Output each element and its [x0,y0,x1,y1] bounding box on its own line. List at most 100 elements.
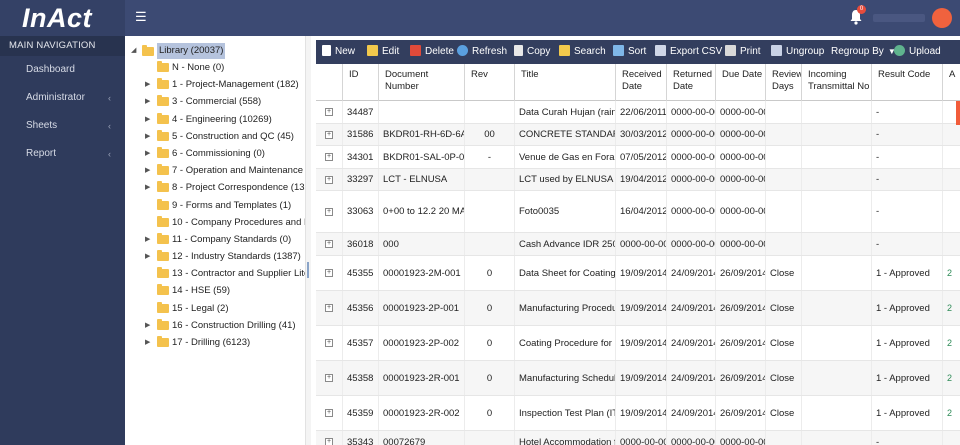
edit-button[interactable]: Edit [367,40,399,64]
regroup-by-button[interactable]: Regroup By ▼ [831,40,896,64]
expand-row-icon[interactable]: + [325,409,333,417]
row-expand-cell[interactable]: + [316,291,343,325]
sidebar-item-administrator[interactable]: Administrator ‹ [0,84,125,112]
tree-node[interactable]: 9 - Forms and Templates (1) [125,197,305,214]
row-expand-cell[interactable]: + [316,169,343,190]
expand-row-icon[interactable]: + [325,153,333,161]
expand-icon[interactable]: ▶ [145,111,153,128]
expand-icon[interactable]: ▶ [145,248,153,265]
expand-icon[interactable]: ▶ [145,93,153,110]
expand-icon[interactable]: ▶ [145,179,153,196]
panel-splitter[interactable] [305,36,311,445]
expand-row-icon[interactable]: + [325,374,333,382]
row-expand-cell[interactable]: + [316,124,343,145]
ungroup-button[interactable]: Ungroup [771,40,824,64]
tree-node[interactable]: ▶ 16 - Construction Drilling (41) [125,317,305,334]
table-row[interactable]: +45356 00001923-2P-001 0 Manufacturing Proc… [316,291,960,326]
expand-icon[interactable]: ▶ [145,334,153,351]
sidebar-item-report[interactable]: Report ‹ [0,140,125,168]
expand-row-icon[interactable]: + [325,108,333,116]
table-row[interactable]: +33063 0+00 to 12.2 20 MAY Foto0035 16/04/2… [316,191,960,233]
column-header[interactable]: Rev [465,64,515,101]
column-header[interactable]: Returned Date [667,64,716,101]
tree-node[interactable]: ▶ 17 - Drilling (6123) [125,334,305,351]
sidebar-item-dashboard[interactable]: Dashboard [0,56,125,84]
expand-row-icon[interactable]: + [325,339,333,347]
column-header[interactable]: Document Number [379,64,465,101]
column-header[interactable]: Review Days [766,64,802,101]
tree-node-library[interactable]: ◢ Library (20037) [125,43,305,59]
row-expand-cell[interactable]: + [316,396,343,430]
tree-node[interactable]: 10 - Company Procedures and F [125,214,305,231]
column-header[interactable]: Incoming Transmittal No [802,64,872,101]
tree-node[interactable]: ▶ 4 - Engineering (10269) [125,111,305,128]
expand-icon[interactable]: ▶ [145,317,153,334]
sort-button[interactable]: Sort [613,40,646,64]
tree-node[interactable]: ▶ 3 - Commercial (558) [125,93,305,110]
tree-node[interactable]: ▶ 11 - Company Standards (0) [125,231,305,248]
user-name[interactable] [873,14,925,22]
tree-node[interactable]: ▶ 6 - Commissioning (0) [125,145,305,162]
column-header[interactable]: ID [343,64,379,101]
delete-button[interactable]: Delete [410,40,454,64]
tree-node[interactable]: 15 - Legal (2) [125,300,305,317]
expand-row-icon[interactable]: + [325,269,333,277]
sidebar-item-sheets[interactable]: Sheets ‹ [0,112,125,140]
expand-row-icon[interactable]: + [325,438,333,445]
table-row[interactable]: +35343 00072679 Hotel Accommodation fo 0000… [316,431,960,445]
row-expand-cell[interactable]: + [316,191,343,232]
column-header[interactable]: Result Code [872,64,943,101]
copy-button[interactable]: Copy [514,40,550,64]
expand-row-icon[interactable]: + [325,304,333,312]
new-button[interactable]: New [322,40,355,64]
tree-node[interactable]: 14 - HSE (59) [125,282,305,299]
expand-row-icon[interactable]: + [325,175,333,184]
row-expand-cell[interactable]: + [316,431,343,445]
table-row[interactable]: +36018000Cash Advance IDR 250,0(0000-00-… [316,233,960,256]
expand-icon[interactable]: ▶ [145,76,153,93]
search-button[interactable]: Search [559,40,606,64]
row-expand-cell[interactable]: + [316,101,343,123]
table-row[interactable]: +31586BKDR01-RH-6D-6A-0200CONCRETE STAND… [316,124,960,146]
column-header[interactable]: A [943,64,960,101]
tree-node[interactable]: N - None (0) [125,59,305,76]
tree-node[interactable]: ▶ 1 - Project-Management (182) [125,76,305,93]
table-row[interactable]: +45358 00001923-2R-001 0 Manufacturing Sche… [316,361,960,396]
tree-node[interactable]: ▶ 5 - Construction and QC (45) [125,128,305,145]
expand-icon[interactable]: ▶ [145,162,153,179]
print-button[interactable]: Print [725,40,761,64]
upload-button[interactable]: Upload [894,40,941,64]
row-expand-cell[interactable]: + [316,233,343,255]
expand-row-icon[interactable]: + [325,240,333,248]
row-expand-cell[interactable]: + [316,146,343,168]
user-avatar[interactable] [932,8,952,28]
expand-row-icon[interactable]: + [325,207,333,216]
row-expand-cell[interactable]: + [316,326,343,360]
table-row[interactable]: +45359 00001923-2R-002 0 Inspection Test Pl… [316,396,960,431]
column-header[interactable]: Due Date [716,64,766,101]
expand-icon[interactable]: ▶ [145,231,153,248]
row-expand-cell[interactable]: + [316,361,343,395]
menu-toggle-icon[interactable]: ☰ [135,9,147,25]
copy-icon [514,45,523,56]
row-expand-cell[interactable]: + [316,256,343,290]
app-logo[interactable]: InAct [0,0,125,36]
expand-icon[interactable]: ▶ [145,145,153,162]
table-row[interactable]: +33297 LCT - ELNUSA LCT used by ELNUSA 19/0… [316,169,960,191]
vertical-scrollbar[interactable] [956,101,960,125]
expand-row-icon[interactable]: + [325,130,333,139]
column-header[interactable]: Received Date [616,64,667,101]
table-row[interactable]: +34301BKDR01-SAL-0P-00-0-Venue de Gas en… [316,146,960,169]
expand-icon[interactable]: ▶ [145,128,153,145]
table-row[interactable]: +45355 00001923-2M-001 0 Data Sheet for Coa… [316,256,960,291]
tree-node[interactable]: ▶ 7 - Operation and Maintenance ( [125,162,305,179]
refresh-button[interactable]: Refresh [457,40,507,64]
column-header[interactable]: Title [515,64,616,101]
tree-node[interactable]: ▶ 12 - Industry Standards (1387) [125,248,305,265]
tree-node[interactable]: 13 - Contractor and Supplier Lite [125,265,305,282]
tree-node[interactable]: ▶ 8 - Project Correspondence (132 [125,179,305,196]
collapse-icon[interactable]: ◢ [131,43,139,59]
table-row[interactable]: +34487 Data Curah Hujan (rainfa 22/06/2011… [316,101,960,124]
export-csv-button[interactable]: Export CSV [655,40,722,64]
table-row[interactable]: +45357 00001923-2P-002 0 Coating Procedure … [316,326,960,361]
